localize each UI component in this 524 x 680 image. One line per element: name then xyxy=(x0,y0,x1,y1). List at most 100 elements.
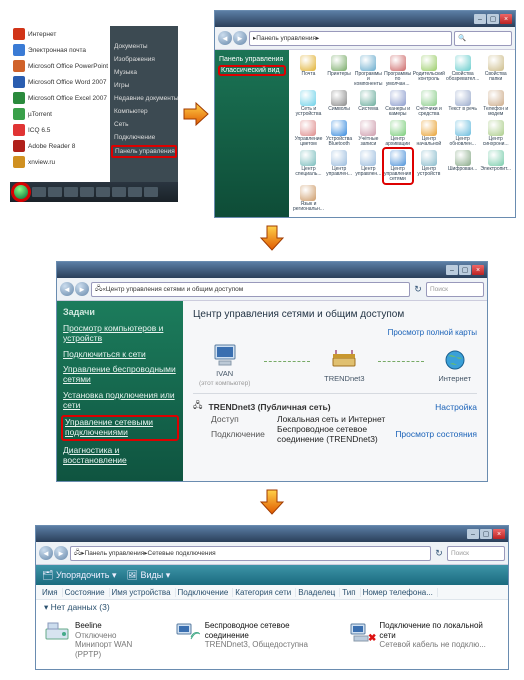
control-panel-item[interactable]: Свойства обозревател... xyxy=(446,54,479,88)
start-menu-place[interactable]: Игры xyxy=(110,79,178,92)
minimize-button[interactable]: – xyxy=(467,529,479,539)
taskbar-item[interactable] xyxy=(64,187,78,197)
column-header[interactable]: Тип xyxy=(342,588,360,597)
control-panel-item[interactable]: Язык и региональн... xyxy=(293,184,324,213)
control-panel-item[interactable]: Сеть и устройства xyxy=(293,89,324,118)
column-header[interactable]: Состояние xyxy=(65,588,110,597)
forward-button[interactable]: ► xyxy=(233,31,247,45)
control-panel-item[interactable]: Принтеры xyxy=(325,54,353,88)
column-headers[interactable]: ИмяСостояниеИмя устройстваПодключениеКат… xyxy=(36,585,508,600)
forward-button[interactable]: ► xyxy=(75,282,89,296)
sidebar-link[interactable]: Диагностика и восстановление xyxy=(63,443,177,469)
column-header[interactable]: Номер телефона... xyxy=(363,588,438,597)
control-panel-item[interactable]: Центр начальной xyxy=(413,119,445,148)
control-panel-item[interactable]: Центр архивации xyxy=(384,119,412,148)
column-header[interactable]: Подключение xyxy=(178,588,234,597)
start-button[interactable] xyxy=(12,183,30,201)
taskbar-item[interactable] xyxy=(128,187,142,197)
address-bar[interactable]: 🖧 ▸ Панель управления ▸ Сетевые подключе… xyxy=(70,546,431,561)
connection-item[interactable]: BeelineОтключеноМинипорт WAN (PPTP) xyxy=(44,621,160,659)
taskbar-item[interactable] xyxy=(112,187,126,197)
start-menu-program[interactable]: Microsoft Office Excel 2007 xyxy=(10,90,110,106)
address-bar[interactable]: ▸ Панель управления ▸ xyxy=(249,31,452,46)
start-menu-place[interactable]: Сеть xyxy=(110,118,178,131)
view-full-map-link[interactable]: Просмотр полной карты xyxy=(388,328,477,337)
organize-button[interactable]: 🗂 Упорядочить ▾ xyxy=(42,570,117,581)
start-menu-program[interactable]: Интернет xyxy=(10,26,110,42)
control-panel-item[interactable]: Центр управлен... xyxy=(354,149,382,183)
column-header[interactable]: Имя устройства xyxy=(112,588,176,597)
control-panel-item[interactable]: Почта xyxy=(293,54,324,88)
taskbar-item[interactable] xyxy=(80,187,94,197)
maximize-button[interactable]: ▢ xyxy=(487,14,499,24)
control-panel-item[interactable]: Центр синхрони... xyxy=(480,119,511,148)
control-panel-item[interactable]: Программы по умолчан... xyxy=(384,54,412,88)
start-menu-program[interactable]: Электронная почта xyxy=(10,42,110,58)
control-panel-item[interactable]: Родительский контроль xyxy=(413,54,445,88)
control-panel-item[interactable]: Текст в речь xyxy=(446,89,479,118)
sidebar-link[interactable]: Установка подключения или сети xyxy=(63,388,177,414)
start-menu-place[interactable]: Подключение xyxy=(110,131,178,144)
control-panel-item[interactable]: Система xyxy=(354,89,382,118)
sidebar-link[interactable]: Просмотр компьютеров и устройств xyxy=(63,321,177,347)
start-menu-program[interactable]: µTorrent xyxy=(10,106,110,122)
search-input[interactable]: 🔍 xyxy=(454,31,512,46)
start-menu-place[interactable]: Компьютер xyxy=(110,105,178,118)
column-header[interactable]: Владелец xyxy=(298,588,340,597)
control-panel-item[interactable]: Центр специаль... xyxy=(293,149,324,183)
control-panel-item[interactable]: Учётные записи xyxy=(354,119,382,148)
taskbar-item[interactable] xyxy=(96,187,110,197)
control-panel-item[interactable]: Центр обновлен... xyxy=(446,119,479,148)
start-menu-place[interactable]: Музыка xyxy=(110,66,178,79)
start-menu-program[interactable]: xnview.ru xyxy=(10,154,110,170)
control-panel-item[interactable]: Шифрован... xyxy=(446,149,479,183)
column-header[interactable]: Категория сети xyxy=(235,588,296,597)
close-button[interactable]: × xyxy=(500,14,512,24)
connection-item[interactable]: Беспроводное сетевое соединениеTRENDnet3… xyxy=(174,621,335,659)
maximize-button[interactable]: ▢ xyxy=(459,265,471,275)
taskbar-item[interactable] xyxy=(48,187,62,197)
control-panel-item[interactable]: Центр устройств xyxy=(413,149,445,183)
sidebar-link-manage-connections[interactable]: Управление сетевыми подключениями xyxy=(61,415,179,441)
connection-item[interactable]: ✖Подключение по локальной сетиСетевой ка… xyxy=(348,621,500,659)
start-menu-program[interactable]: Microsoft Office Word 2007 xyxy=(10,74,110,90)
maximize-button[interactable]: ▢ xyxy=(480,529,492,539)
forward-button[interactable]: ► xyxy=(54,546,68,560)
close-button[interactable]: × xyxy=(493,529,505,539)
start-menu-place[interactable]: Документы xyxy=(110,40,178,53)
search-input[interactable]: Поиск xyxy=(447,546,505,561)
back-button[interactable]: ◄ xyxy=(60,282,74,296)
control-panel-item[interactable]: Символы xyxy=(325,89,353,118)
customize-link[interactable]: Настройка xyxy=(435,402,477,412)
start-menu-program[interactable]: ICQ 6.5 xyxy=(10,122,110,138)
status-link[interactable]: Просмотр состояния xyxy=(395,429,477,439)
start-menu-program[interactable]: Adobe Reader 8 xyxy=(10,138,110,154)
back-button[interactable]: ◄ xyxy=(218,31,232,45)
control-panel-item[interactable]: Центр управлен... xyxy=(325,149,353,183)
control-panel-item[interactable]: Свойства папки xyxy=(480,54,511,88)
start-menu-place[interactable]: Недавние документы xyxy=(110,92,178,105)
sidebar-link[interactable]: Подключиться к сети xyxy=(63,347,177,363)
close-button[interactable]: × xyxy=(472,265,484,275)
taskbar-item[interactable] xyxy=(32,187,46,197)
sidebar-link[interactable]: Управление беспроводными сетями xyxy=(63,362,177,388)
views-button[interactable]: 🖼 Виды ▾ xyxy=(127,570,171,581)
control-panel-item[interactable]: Управление цветом xyxy=(293,119,324,148)
control-panel-item-network-center[interactable]: Центр управления сетями xyxy=(382,147,414,185)
minimize-button[interactable]: – xyxy=(474,14,486,24)
start-menu-place[interactable]: Изображения xyxy=(110,53,178,66)
control-panel-item[interactable]: Электропит... xyxy=(480,149,511,183)
control-panel-item[interactable]: Устройства Bluetooth xyxy=(325,119,353,148)
column-header[interactable]: Имя xyxy=(42,588,63,597)
address-bar[interactable]: 🖧 « Центр управления сетями и общим дост… xyxy=(91,282,410,297)
group-header[interactable]: ▾ Нет данных (3) xyxy=(36,600,508,615)
sidebar-item[interactable]: Панель управления xyxy=(218,54,286,65)
control-panel-item[interactable]: Телефон и модем xyxy=(480,89,511,118)
start-menu-program[interactable]: Microsoft Office PowerPoint 2007 xyxy=(10,58,110,74)
control-panel-item[interactable]: Программы и компоненты xyxy=(354,54,382,88)
sidebar-item-classic-view[interactable]: Классический вид xyxy=(218,65,286,76)
search-input[interactable]: Поиск xyxy=(426,282,484,297)
control-panel-item[interactable]: Счётчики и средства xyxy=(413,89,445,118)
minimize-button[interactable]: – xyxy=(446,265,458,275)
start-menu-control-panel[interactable]: Панель управления xyxy=(111,145,177,158)
